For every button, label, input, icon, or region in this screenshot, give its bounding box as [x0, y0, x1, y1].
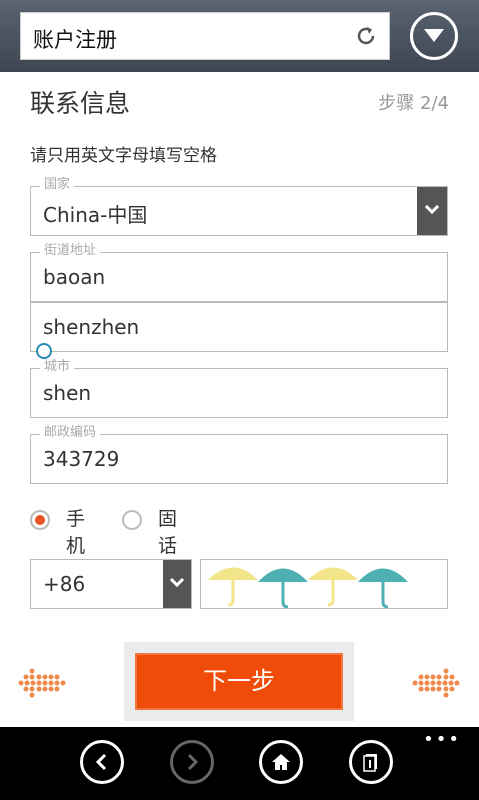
radio-landline[interactable]: [122, 510, 142, 530]
page-title: 联系信息: [30, 89, 131, 118]
city-input[interactable]: shen: [30, 368, 448, 418]
postal-code-input[interactable]: 343729: [30, 434, 448, 484]
form-hint: 请只用英文字母填写空格: [30, 146, 217, 166]
street-label: 街道地址: [40, 244, 101, 258]
tabs-button[interactable]: [349, 740, 393, 784]
country-dropdown-arrow[interactable]: [417, 187, 447, 235]
postal-code-value: 343729: [43, 447, 120, 471]
street-line2-input[interactable]: shenzhen: [30, 302, 448, 352]
umbrella-sticker-icon: [208, 567, 408, 608]
next-step-button[interactable]: 下一步: [135, 653, 343, 710]
postal-code-label: 邮政编码: [40, 426, 101, 440]
next-arrow-icon[interactable]: [410, 663, 460, 703]
chevron-down-icon: [424, 29, 444, 42]
chevron-down-icon: [425, 205, 439, 215]
street-line1-value: baoan: [43, 265, 106, 289]
home-icon: [272, 754, 290, 770]
next-button-container: 下一步: [124, 642, 354, 721]
address-text: 账户注册: [33, 28, 117, 52]
street-line1-input[interactable]: baoan: [30, 252, 448, 302]
home-button[interactable]: [259, 740, 303, 784]
country-label: 国家: [40, 178, 75, 192]
tabs-icon: [363, 754, 377, 772]
country-code-value: +86: [43, 572, 86, 596]
city-value: shen: [43, 381, 92, 405]
forward-button[interactable]: [170, 740, 214, 784]
step-indicator: 步骤 2/4: [378, 93, 449, 114]
country-select[interactable]: China-中国: [30, 186, 448, 236]
forward-arrow-icon: [187, 753, 199, 771]
country-code-select[interactable]: +86: [30, 559, 192, 609]
country-value: China-中国: [43, 203, 148, 227]
chevron-down-icon: [170, 578, 184, 588]
address-bar[interactable]: 账户注册: [20, 12, 390, 60]
radio-mobile[interactable]: [30, 510, 50, 530]
city-label: 城市: [40, 360, 75, 374]
street-line2-value: shenzhen: [43, 315, 140, 339]
country-code-dropdown-arrow[interactable]: [163, 560, 191, 608]
radio-mobile-label[interactable]: 手机: [66, 504, 85, 558]
previous-arrow-icon[interactable]: [18, 663, 68, 703]
phone-number-input[interactable]: [200, 559, 448, 609]
back-arrow-icon: [95, 753, 107, 771]
browser-app-bar: •••: [0, 727, 479, 800]
browser-toolbar: 账户注册: [0, 0, 479, 72]
refresh-icon[interactable]: [353, 23, 379, 49]
more-options-icon[interactable]: •••: [423, 731, 461, 749]
menu-dropdown-button[interactable]: [410, 12, 458, 60]
radio-landline-label[interactable]: 固话: [158, 504, 177, 558]
back-button[interactable]: [80, 740, 124, 784]
text-cursor-handle[interactable]: [36, 343, 52, 359]
